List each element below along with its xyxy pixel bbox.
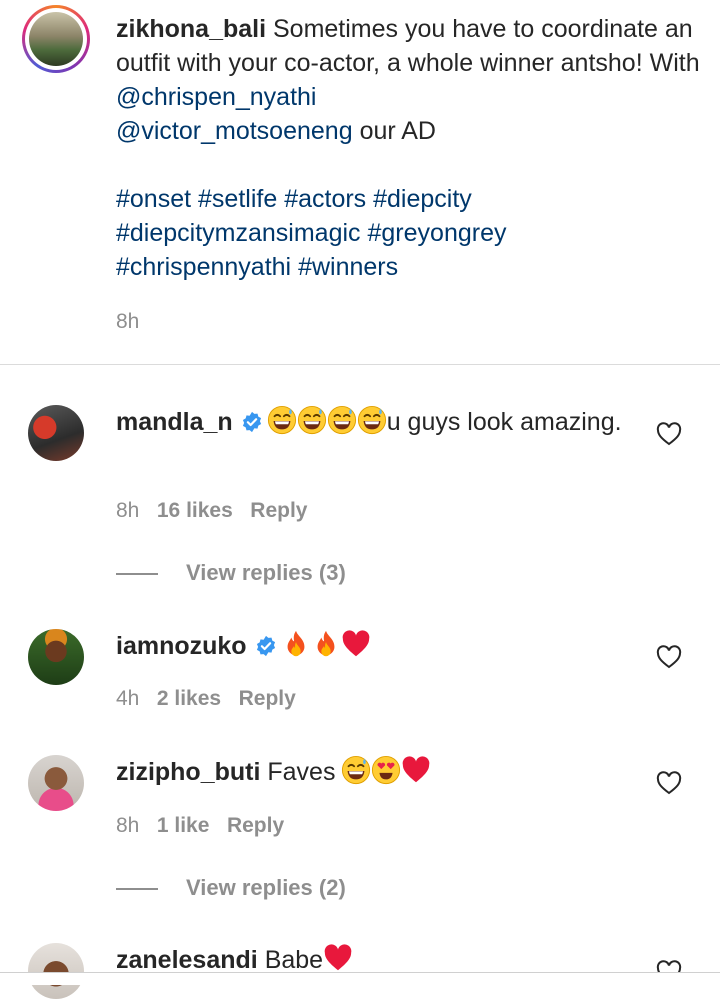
likes-count[interactable]: 2 likes — [157, 687, 221, 710]
view-replies-button[interactable]: View replies (2) — [186, 875, 346, 901]
mention-link[interactable]: @victor_motsoeneng — [116, 117, 353, 145]
view-replies-line — [116, 573, 158, 575]
mention-link[interactable]: @chrispen_nyathi — [116, 83, 317, 111]
avatar[interactable] — [28, 629, 84, 685]
hashtag-link[interactable]: #diepcitymzansimagic — [116, 219, 361, 247]
post-username[interactable]: zikhona_bali — [116, 15, 266, 43]
comment: iamnozuko — [116, 628, 656, 664]
comment: mandla_n u guys look amazing. — [116, 404, 656, 440]
avatar[interactable] — [28, 405, 84, 461]
like-heart-icon[interactable] — [656, 771, 682, 795]
avatar[interactable] — [28, 943, 84, 999]
post-timestamp: 8h — [116, 310, 140, 333]
comment: zizipho_buti Faves — [116, 754, 656, 790]
comment-username[interactable]: iamnozuko — [116, 632, 247, 660]
fire-emoji — [281, 629, 311, 659]
bottom-bar — [0, 973, 720, 985]
avatar[interactable] — [28, 755, 84, 811]
post-caption: zikhona_bali Sometimes you have to coord… — [116, 12, 706, 284]
caption-tail: our AD — [359, 117, 436, 145]
view-replies-button[interactable]: View replies (3) — [186, 560, 346, 586]
comment-meta: 4h 2 likes Reply — [116, 687, 296, 711]
comment-time: 8h — [116, 814, 140, 837]
verified-badge-icon — [255, 635, 277, 657]
comment-text: u guys look amazing. — [386, 408, 622, 436]
grinning-sweat-emoji — [297, 405, 327, 435]
comment-meta: 8h 1 like Reply — [116, 814, 284, 838]
red-heart-emoji — [401, 755, 431, 785]
comment-text: Faves — [267, 758, 336, 786]
reply-button[interactable]: Reply — [250, 499, 307, 522]
hashtag-link[interactable]: #chrispennyathi — [116, 253, 291, 281]
likes-count[interactable]: 16 likes — [157, 499, 233, 522]
grinning-sweat-emoji — [267, 405, 297, 435]
hashtag-link[interactable]: #winners — [298, 253, 398, 281]
comment-username[interactable]: zanelesandi — [116, 946, 258, 974]
comment-time: 8h — [116, 499, 140, 522]
story-ring[interactable] — [22, 5, 90, 73]
divider — [0, 364, 720, 365]
grinning-sweat-emoji — [357, 405, 387, 435]
comment-text: Babe — [264, 946, 324, 974]
comment-username[interactable]: zizipho_buti — [116, 758, 260, 786]
comment-username[interactable]: mandla_n — [116, 408, 233, 436]
comment-time: 4h — [116, 687, 140, 710]
comment-meta: 8h 16 likes Reply — [116, 499, 307, 523]
hashtag-link[interactable]: #actors — [284, 185, 366, 213]
fire-emoji — [311, 629, 341, 659]
like-heart-icon[interactable] — [656, 422, 682, 446]
avatar[interactable] — [29, 12, 83, 66]
grinning-sweat-emoji — [341, 755, 371, 785]
reply-button[interactable]: Reply — [227, 814, 284, 837]
hashtag-link[interactable]: #greyongrey — [368, 219, 507, 247]
red-heart-emoji — [323, 943, 353, 973]
heart-eyes-emoji — [371, 755, 401, 785]
like-heart-icon[interactable] — [656, 645, 682, 669]
hashtag-link[interactable]: #diepcity — [373, 185, 472, 213]
hashtag-link[interactable]: #onset — [116, 185, 191, 213]
red-heart-emoji — [341, 629, 371, 659]
grinning-sweat-emoji — [327, 405, 357, 435]
hashtag-link[interactable]: #setlife — [198, 185, 277, 213]
verified-badge-icon — [241, 411, 263, 433]
likes-count[interactable]: 1 like — [157, 814, 210, 837]
view-replies-line — [116, 888, 158, 890]
reply-button[interactable]: Reply — [239, 687, 296, 710]
